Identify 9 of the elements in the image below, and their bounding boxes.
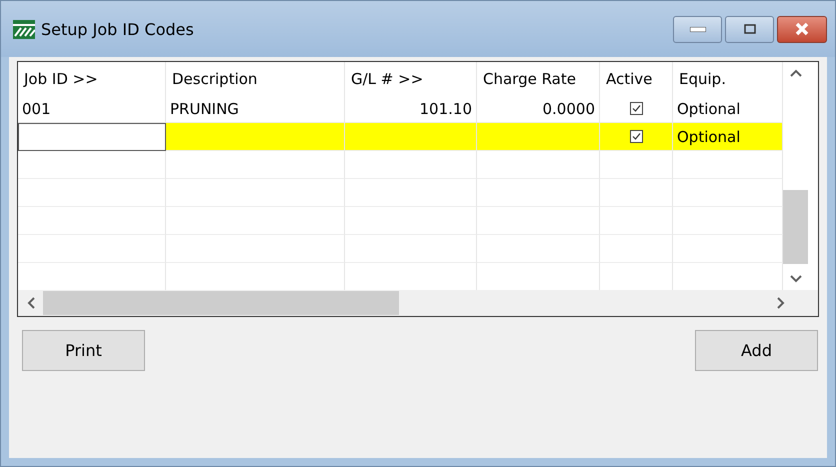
column-header[interactable]: Active [600,62,673,95]
window-title: Setup Job ID Codes [41,20,195,38]
column-header[interactable]: Charge Rate [477,62,600,95]
print-button[interactable]: Print [22,330,145,371]
column-header[interactable]: Description [166,62,345,95]
column-header[interactable]: Job ID >> [18,62,166,95]
add-button[interactable]: Add [695,330,818,371]
column-header[interactable]: G/L # >> [345,62,477,95]
table-cell: Optional [673,123,783,151]
